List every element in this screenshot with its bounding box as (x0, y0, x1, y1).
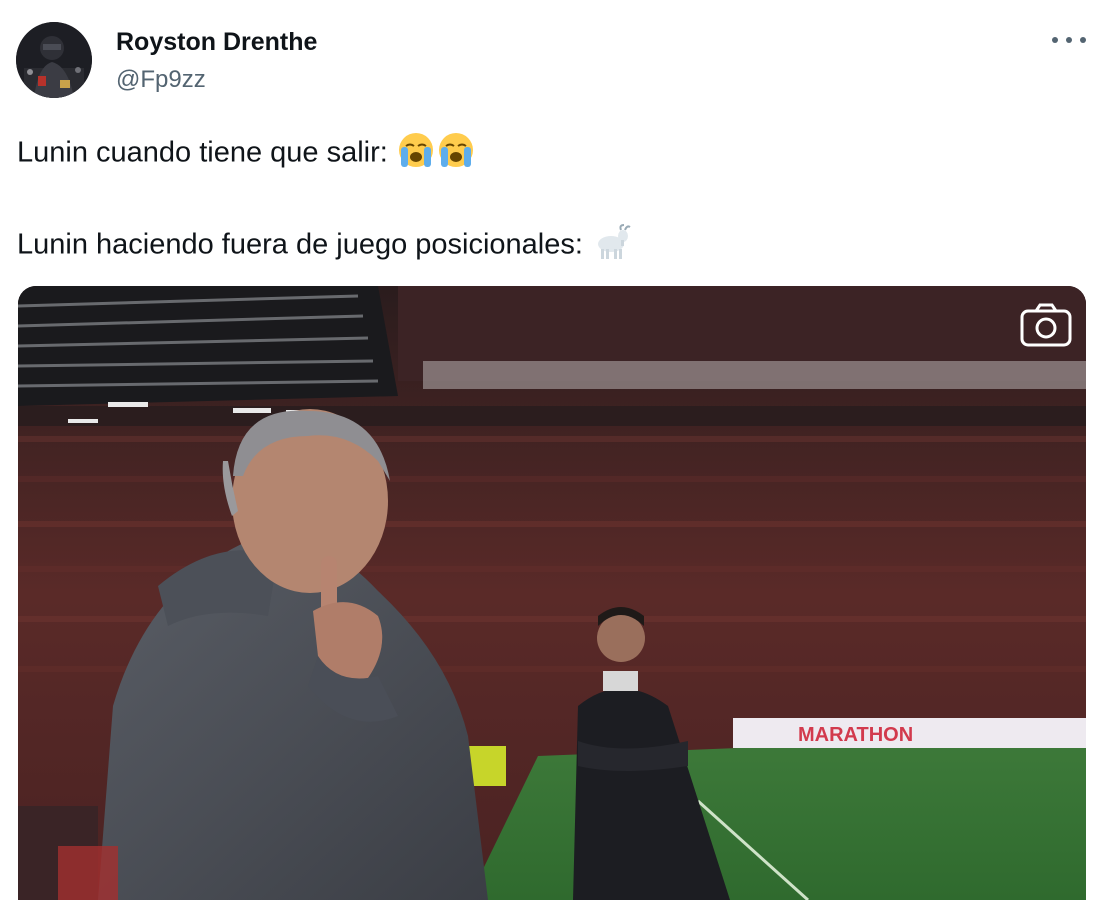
avatar-image (16, 22, 92, 98)
more-horizontal-icon (1052, 37, 1058, 43)
goat-icon (591, 222, 631, 270)
author-display-name[interactable]: Royston Drenthe (116, 28, 317, 57)
author-handle[interactable]: @Fp9zz (116, 66, 206, 94)
more-options-button[interactable] (1052, 30, 1086, 50)
loudly-crying-face-icon (396, 130, 436, 178)
loudly-crying-face-icon (436, 130, 476, 178)
tweet-media-image[interactable]: MARATHON (18, 286, 1086, 900)
ad-board-text: MARATHON (798, 724, 913, 746)
tweet-text-line-2: Lunin haciendo fuera de juego posicional… (17, 222, 631, 270)
tweet-text-line-1: Lunin cuando tiene que salir: (17, 130, 476, 178)
tweet-text-2: Lunin haciendo fuera de juego posicional… (17, 228, 583, 261)
view-media-button[interactable] (1020, 302, 1072, 348)
tweet-text-1: Lunin cuando tiene que salir: (17, 136, 388, 169)
author-avatar[interactable] (16, 22, 92, 98)
stadium-photo: MARATHON (18, 286, 1086, 900)
camera-icon (1020, 303, 1072, 347)
